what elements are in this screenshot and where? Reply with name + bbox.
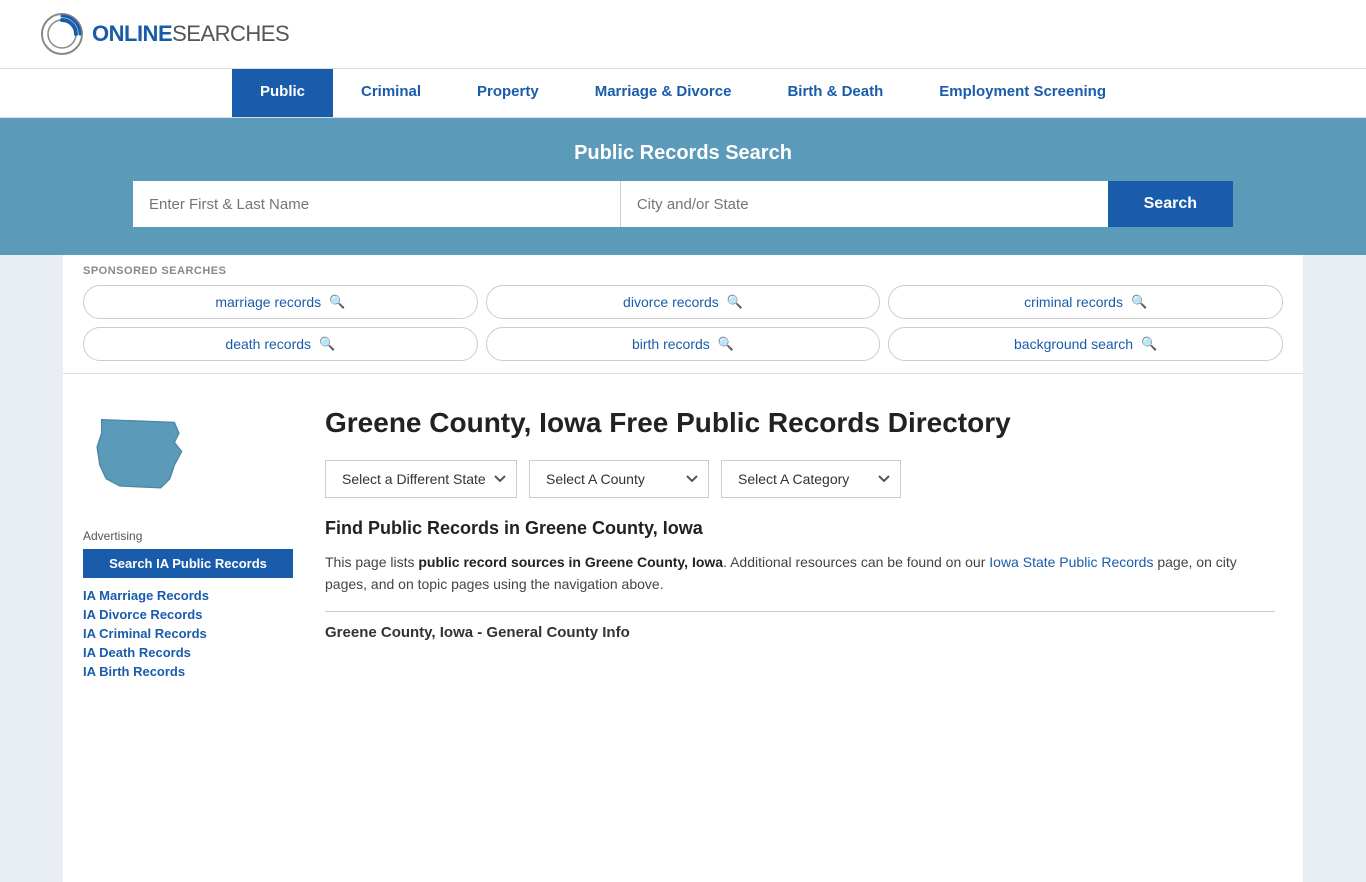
sponsored-label: SPONSORED SEARCHES: [83, 265, 1283, 277]
find-records-title: Find Public Records in Greene County, Io…: [325, 518, 1275, 539]
category-dropdown[interactable]: Select A Category: [721, 460, 901, 498]
main-layout: Advertising Search IA Public Records IA …: [63, 382, 1303, 882]
search-icon-6: 🔍: [1141, 336, 1157, 352]
search-form: Search: [133, 181, 1233, 227]
logo-icon: [40, 12, 84, 56]
nav-property[interactable]: Property: [449, 69, 567, 117]
content-area: Greene County, Iowa Free Public Records …: [317, 398, 1283, 866]
search-banner: Public Records Search Search: [0, 118, 1366, 255]
sidebar-link-criminal[interactable]: IA Criminal Records: [83, 626, 293, 641]
search-icon-5: 🔍: [718, 336, 734, 352]
sponsored-criminal[interactable]: criminal records 🔍: [888, 285, 1283, 319]
search-icon-2: 🔍: [727, 294, 743, 310]
search-button[interactable]: Search: [1108, 181, 1233, 227]
sidebar: Advertising Search IA Public Records IA …: [83, 398, 293, 866]
sponsored-background[interactable]: background search 🔍: [888, 327, 1283, 361]
sponsored-death[interactable]: death records 🔍: [83, 327, 478, 361]
location-input[interactable]: [620, 181, 1108, 227]
sidebar-link-death[interactable]: IA Death Records: [83, 645, 293, 660]
iowa-state-link[interactable]: Iowa State Public Records: [989, 554, 1153, 570]
nav-birth-death[interactable]: Birth & Death: [759, 69, 911, 117]
sponsored-birth-label: birth records: [632, 336, 710, 352]
nav-public[interactable]: Public: [232, 69, 333, 117]
search-icon-4: 🔍: [319, 336, 335, 352]
sponsored-marriage-label: marriage records: [215, 294, 321, 310]
find-records-text: This page lists public record sources in…: [325, 551, 1275, 596]
search-icon-1: 🔍: [329, 294, 345, 310]
search-icon-3: 🔍: [1131, 294, 1147, 310]
find-text-start: This page lists: [325, 554, 418, 570]
iowa-map-icon: [83, 406, 193, 506]
name-input[interactable]: [133, 181, 620, 227]
sidebar-link-marriage[interactable]: IA Marriage Records: [83, 588, 293, 603]
logo-searches: SEARCHES: [172, 21, 289, 47]
sidebar-link-birth[interactable]: IA Birth Records: [83, 664, 293, 679]
sponsored-criminal-label: criminal records: [1024, 294, 1123, 310]
sponsored-grid: marriage records 🔍 divorce records 🔍 cri…: [83, 285, 1283, 361]
search-banner-title: Public Records Search: [40, 142, 1326, 165]
logo-text: ONLINESEARCHES: [92, 21, 289, 47]
sponsored-background-label: background search: [1014, 336, 1133, 352]
header: ONLINESEARCHES: [0, 0, 1366, 69]
sponsored-section: SPONSORED SEARCHES marriage records 🔍 di…: [63, 255, 1303, 374]
nav-criminal[interactable]: Criminal: [333, 69, 449, 117]
logo-area[interactable]: ONLINESEARCHES: [40, 12, 289, 56]
sponsored-divorce[interactable]: divorce records 🔍: [486, 285, 881, 319]
logo-online: ONLINE: [92, 21, 172, 47]
state-dropdown[interactable]: Select a Different State: [325, 460, 517, 498]
general-county-title: Greene County, Iowa - General County Inf…: [325, 611, 1275, 641]
sponsored-birth[interactable]: birth records 🔍: [486, 327, 881, 361]
county-dropdown[interactable]: Select A County: [529, 460, 709, 498]
find-text-mid: . Additional resources can be found on o…: [723, 554, 989, 570]
ad-search-button[interactable]: Search IA Public Records: [83, 549, 293, 578]
nav-marriage-divorce[interactable]: Marriage & Divorce: [567, 69, 760, 117]
nav: Public Criminal Property Marriage & Divo…: [0, 69, 1366, 118]
nav-employment[interactable]: Employment Screening: [911, 69, 1134, 117]
state-map: [83, 406, 293, 509]
sponsored-marriage[interactable]: marriage records 🔍: [83, 285, 478, 319]
find-text-bold: public record sources in Greene County, …: [418, 554, 723, 570]
page-title-section: Greene County, Iowa Free Public Records …: [325, 398, 1275, 440]
dropdowns-row: Select a Different State Select A County…: [325, 460, 1275, 498]
page-title: Greene County, Iowa Free Public Records …: [325, 406, 1011, 440]
sidebar-link-divorce[interactable]: IA Divorce Records: [83, 607, 293, 622]
advertising-label: Advertising: [83, 529, 293, 543]
sponsored-death-label: death records: [225, 336, 311, 352]
sponsored-divorce-label: divorce records: [623, 294, 719, 310]
